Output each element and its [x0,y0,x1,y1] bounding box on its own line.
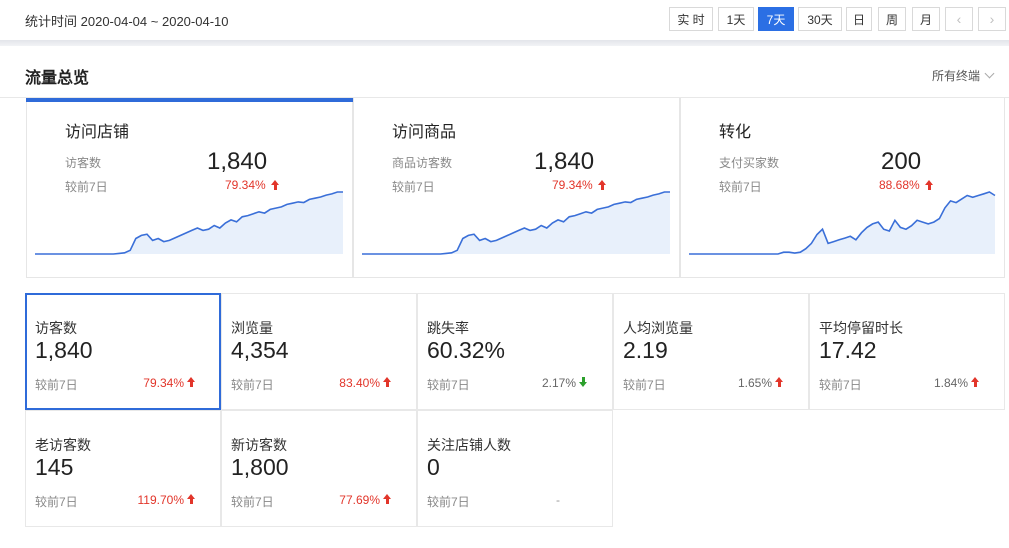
overview-card-conversion[interactable]: 转化 支付买家数 200 较前7日 88.68% [680,98,1005,278]
metric-label: 关注店铺人数 [427,437,511,453]
metric-value: 0 [427,454,440,480]
metric-label: 人均浏览量 [623,320,693,336]
terminal-select-value: 所有终端 [931,69,980,83]
metric-compare-label: 较前7日 [231,495,274,509]
date-range-end: 2020-04-10 [161,14,229,29]
card-metric-label: 商品访客数 [392,156,453,170]
metric-change: 83.40% [339,376,380,390]
metric-change: 1.84% [933,376,968,390]
sparkline-chart [689,191,996,255]
metric-tile-returning-visitors[interactable]: 老访客数 145 较前7日 119.70% [25,410,221,527]
chevron-left-icon: ‹ [956,11,962,27]
metric-value: 1,800 [231,454,289,480]
overview-card-store[interactable]: 访问店铺 访客数 1,840 较前7日 79.34% [26,98,353,278]
next-period-button[interactable]: › [978,7,1006,31]
metric-value: 1,840 [35,337,93,363]
metric-change: 79.34% [143,376,184,390]
range-button-week[interactable]: 周 [878,7,906,31]
range-button-1day[interactable]: 1天 [718,7,754,31]
metric-tile-bounce-rate[interactable]: 跳失率 60.32% 较前7日 2.17% [417,293,613,410]
chevron-down-icon [984,68,995,79]
card-title: 转化 [719,124,752,141]
metric-compare-label: 较前7日 [231,378,274,392]
card-metric-label: 支付买家数 [719,156,780,170]
card-title: 访问商品 [392,124,457,141]
arrow-up-icon [383,494,392,504]
section-title: 流量总览 [25,70,90,87]
metric-compare-label: 较前7日 [427,495,470,509]
metric-tile-avg-stay-time[interactable]: 平均停留时长 17.42 较前7日 1.84% [809,293,1005,410]
metric-label: 访客数 [35,320,77,336]
metric-value: 145 [35,454,74,480]
metric-label: 浏览量 [231,320,273,336]
arrow-down-icon [579,377,588,387]
metric-change: 2.17% [541,376,576,390]
metric-label: 新访客数 [231,437,287,453]
range-button-month[interactable]: 月 [912,7,940,31]
card-value: 1,840 [534,148,595,175]
date-range: 统计时间 2020-04-04 ~ 2020-04-10 [25,11,228,30]
card-value: 1,840 [207,148,268,175]
metric-change: 119.70% [137,493,184,507]
overview-card-product[interactable]: 访问商品 商品访客数 1,840 较前7日 79.34% [353,98,680,278]
prev-period-button[interactable]: ‹ [945,7,973,31]
arrow-up-icon [971,377,980,387]
date-range-label: 统计时间 [25,14,78,29]
metric-label: 老访客数 [35,437,91,453]
metric-value: 17.42 [819,337,877,363]
top-bar: 统计时间 2020-04-04 ~ 2020-04-10 实 时 1天 7天 3… [0,0,1009,40]
sparkline-area [362,192,670,254]
sparkline-area [35,192,343,254]
metric-compare-label: 较前7日 [819,378,862,392]
metric-compare-label: 较前7日 [427,378,470,392]
section-header: 流量总览 所有终端 [0,46,1009,98]
range-button-7day[interactable]: 7天 [758,7,794,31]
sparkline-chart [35,191,343,255]
range-button-realtime[interactable]: 实 时 [669,7,713,31]
metric-change: 1.65% [737,376,772,390]
range-button-day[interactable]: 日 [846,7,872,31]
date-range-separator: ~ [150,14,159,29]
chevron-right-icon: › [989,11,995,27]
metric-tile-pageviews[interactable]: 浏览量 4,354 较前7日 83.40% [221,293,417,410]
sparkline-area [689,192,995,254]
card-metric-label: 访客数 [65,156,102,170]
metric-label: 跳失率 [427,320,469,336]
arrow-up-icon [187,494,196,504]
date-range-start: 2020-04-04 [80,14,148,29]
metric-tile-new-visitors[interactable]: 新访客数 1,800 较前7日 77.69% [221,410,417,527]
sparkline-chart [362,191,670,255]
metric-tile-visitors[interactable]: 访客数 1,840 较前7日 79.34% [25,293,221,410]
arrow-up-icon [383,377,392,387]
metric-value: 4,354 [231,337,289,363]
metric-value: 60.32% [427,337,506,363]
range-button-30day[interactable]: 30天 [798,7,842,31]
metric-change: - [556,493,560,507]
metric-value: 2.19 [623,337,668,363]
metric-compare-label: 较前7日 [35,495,78,509]
metric-tile-store-followers[interactable]: 关注店铺人数 0 较前7日 - [417,410,613,527]
card-title: 访问店铺 [65,124,130,141]
metric-tile-avg-pageviews[interactable]: 人均浏览量 2.19 较前7日 1.65% [613,293,809,410]
metric-label: 平均停留时长 [819,320,903,336]
card-value: 200 [881,148,922,175]
metric-compare-label: 较前7日 [35,378,78,392]
terminal-select[interactable]: 所有终端 [931,67,995,84]
arrow-up-icon [775,377,784,387]
metric-compare-label: 较前7日 [623,378,666,392]
arrow-up-icon [187,377,196,387]
metric-change: 77.69% [339,493,380,507]
